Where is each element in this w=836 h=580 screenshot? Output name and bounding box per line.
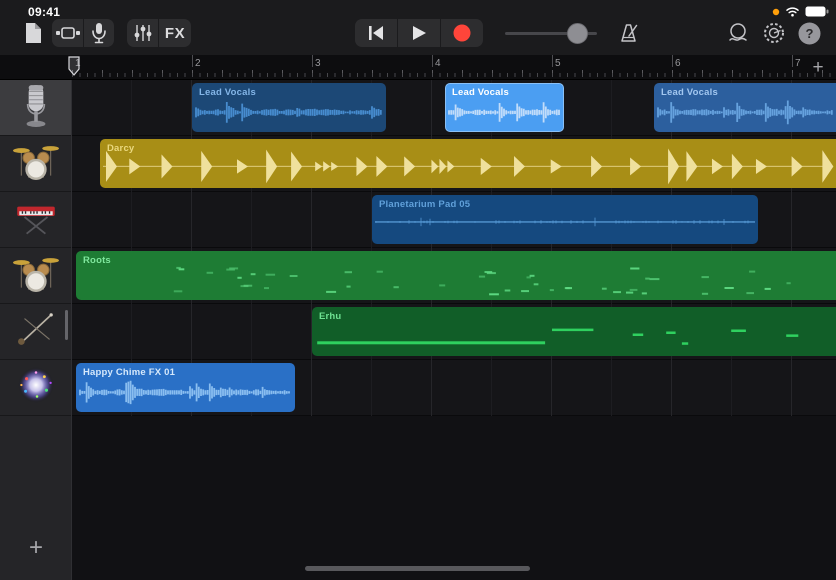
waveform (312, 307, 836, 356)
clip-label: Happy Chime FX 01 (83, 367, 175, 378)
mixer-fx-group: FX (127, 19, 191, 47)
bar-number: 6 (675, 58, 681, 69)
ruler[interactable]: 1234567 + (0, 55, 836, 80)
track-header-keys[interactable] (0, 192, 71, 248)
clip-label: Lead Vocals (199, 87, 256, 98)
clip-roots[interactable]: Roots (76, 251, 836, 300)
bar-line (552, 55, 553, 67)
battery-icon (805, 6, 829, 17)
bar-number: 5 (555, 58, 561, 69)
timeline: Lead Vocals Lead Vocals Lead Vocals Darcy Pl… (72, 80, 836, 416)
ruler-minor-ticks (72, 73, 836, 77)
drum-kit-icon (12, 138, 60, 189)
microphone-icon (89, 22, 109, 44)
waveform (76, 251, 836, 300)
erhu-icon (13, 306, 59, 357)
record-button[interactable] (441, 19, 482, 47)
tracks-area: Lead Vocals Lead Vocals Lead Vocals Darcy Pl… (0, 80, 836, 580)
drum-kit-icon (12, 250, 60, 301)
track-header-sound-fx[interactable] (0, 360, 71, 416)
top-bar: 09:41 (0, 0, 836, 55)
plus-icon: + (29, 534, 43, 562)
status-time: 09:41 (28, 5, 60, 19)
track-header-column: + (0, 80, 72, 580)
bar-number: 2 (195, 58, 201, 69)
bar-number: 4 (435, 58, 441, 69)
plus-icon: + (812, 57, 823, 79)
bar-line (672, 55, 673, 67)
metronome-icon (618, 22, 640, 44)
add-bars-button[interactable]: + (806, 56, 830, 80)
input-settings-button[interactable] (84, 19, 114, 47)
clip-lead-vocals[interactable]: Lead Vocals (654, 83, 836, 132)
svg-text:?: ? (805, 26, 813, 41)
rewind-icon (367, 25, 385, 41)
bar-line (792, 55, 793, 67)
bar-number: 3 (315, 58, 321, 69)
my-songs-button[interactable] (18, 19, 48, 47)
rewind-button[interactable] (355, 19, 397, 47)
file-icon (24, 22, 43, 44)
mixer-button[interactable] (127, 19, 158, 47)
transport-controls (355, 19, 483, 47)
loop-icon (726, 22, 750, 44)
volume-slider-knob[interactable] (567, 23, 588, 44)
settings-button[interactable] (762, 21, 786, 45)
track-header-erhu[interactable] (0, 304, 71, 360)
clip-planetarium-pad-05[interactable]: Planetarium Pad 05 (372, 195, 758, 244)
waveform (100, 139, 836, 188)
volume-slider[interactable] (505, 32, 597, 35)
wifi-icon (785, 6, 800, 17)
vertical-scrollbar[interactable] (65, 310, 68, 340)
play-icon (411, 25, 427, 41)
help-button[interactable]: ? (797, 21, 821, 45)
track-header-drums[interactable] (0, 136, 71, 192)
clip-darcy[interactable]: Darcy (100, 139, 836, 188)
clip-label: Darcy (107, 143, 134, 154)
clip-label: Planetarium Pad 05 (379, 199, 470, 210)
view-toggle-button[interactable] (52, 19, 83, 47)
clip-happy-chime-fx-01[interactable]: Happy Chime FX 01 (76, 363, 295, 412)
playhead[interactable] (68, 56, 81, 78)
status-icons (772, 6, 829, 17)
metronome-button[interactable] (617, 21, 641, 45)
clip-lead-vocals[interactable]: Lead Vocals (192, 83, 386, 132)
track-header-vocals[interactable] (0, 80, 71, 136)
add-track-button[interactable]: + (22, 534, 50, 562)
clip-erhu[interactable]: Erhu (312, 307, 836, 356)
clip-label: Lead Vocals (452, 87, 509, 98)
fx-burst-icon (12, 362, 60, 413)
keyboard-icon (12, 194, 60, 245)
view-input-group (52, 19, 114, 47)
loop-browser-button[interactable] (726, 21, 750, 45)
gear-icon (762, 21, 786, 45)
bar-line (432, 55, 433, 67)
tracks-view-icon (55, 24, 81, 42)
horizontal-scrollbar[interactable] (305, 566, 530, 571)
play-button[interactable] (398, 19, 440, 47)
record-icon (453, 24, 471, 42)
bar-line (312, 55, 313, 67)
garageband-tracks-view: 09:41 (0, 0, 836, 580)
fx-label: FX (165, 25, 185, 42)
clip-label: Lead Vocals (661, 87, 718, 98)
recording-indicator-dot (772, 8, 780, 16)
clip-label: Erhu (319, 311, 341, 322)
bar-line (192, 55, 193, 67)
fx-button[interactable]: FX (159, 19, 191, 47)
clip-lead-vocals[interactable]: Lead Vocals (445, 83, 564, 132)
question-icon: ? (798, 22, 821, 45)
microphone-icon (15, 82, 57, 133)
track-header-drums-2[interactable] (0, 248, 71, 304)
bar-number: 7 (795, 58, 801, 69)
clip-label: Roots (83, 255, 111, 266)
mixer-sliders-icon (133, 23, 153, 43)
